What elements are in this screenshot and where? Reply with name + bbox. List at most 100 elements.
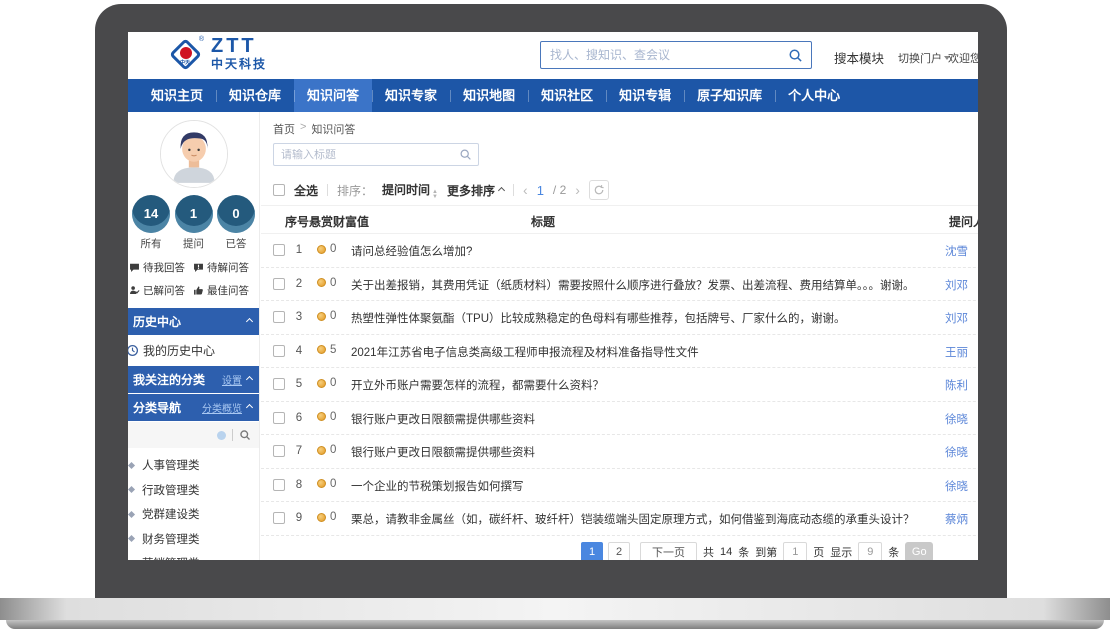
title-filter-input[interactable] (274, 149, 459, 161)
toolbar-total-pages: 2 (560, 183, 567, 197)
quick-link[interactable]: 待我回答 (129, 260, 193, 275)
prev-page-arrow[interactable]: ‹ (523, 180, 528, 200)
question-title-link[interactable]: 一个企业的节税策划报告如何撰写 (351, 478, 524, 494)
category-label: 人事管理类 (142, 457, 200, 473)
bounty-value: 0 (330, 511, 336, 523)
divider (327, 184, 328, 196)
row-checkbox[interactable] (273, 244, 285, 256)
category-search-icon[interactable] (239, 429, 251, 441)
category-search-bar (128, 422, 259, 448)
asker-name-link[interactable]: 陈利 (945, 377, 968, 393)
section-history-center[interactable]: 历史中心 (128, 308, 259, 335)
select-all-checkbox[interactable] (273, 184, 285, 196)
search-icon[interactable] (788, 48, 803, 63)
next-page-arrow[interactable]: › (575, 180, 580, 200)
global-search-input[interactable] (541, 48, 788, 62)
question-title-link[interactable]: 开立外币账户需要怎样的流程，都需要什么资料？ (351, 377, 604, 393)
category-item[interactable]: 党群建设类 (128, 502, 259, 527)
bounty-value: 5 (330, 344, 336, 356)
bounty-cell: 5 (317, 344, 336, 356)
table-row: 90栗总，请教非金属丝（如，碳纤杆、玻纤杆）铠装缆端头固定原理方式，如何借鉴到海… (261, 502, 978, 536)
nav-tab[interactable]: 知识主页 (138, 79, 216, 112)
switch-portal-menu[interactable]: 切换门户 (898, 50, 950, 66)
goto-page-input[interactable] (783, 542, 807, 560)
nav-tab[interactable]: 知识专家 (372, 79, 450, 112)
category-item[interactable]: 行政管理类 (128, 478, 259, 503)
asker-name-link[interactable]: 徐晓 (945, 478, 968, 494)
stat-item[interactable]: 0已答 (216, 195, 256, 251)
question-title-link[interactable]: 栗总，请教非金属丝（如，碳纤杆、玻纤杆）铠装缆端头固定原理方式，如何借鉴到海底动… (351, 511, 915, 527)
welcome-label: 欢迎您 (948, 50, 978, 66)
user-avatar[interactable] (160, 120, 228, 188)
section-category-nav[interactable]: 分类导航 分类概览 (128, 394, 259, 421)
settings-link[interactable]: 设置 (222, 372, 242, 387)
row-checkbox[interactable] (273, 445, 285, 457)
asker-name-link[interactable]: 王丽 (945, 344, 968, 360)
category-overview-link[interactable]: 分类概览 (202, 400, 242, 415)
next-page-button[interactable]: 下一页 (640, 542, 697, 560)
brand-name-cn: 中天科技 (211, 55, 267, 72)
question-title-link[interactable]: 热塑性弹性体聚氨酯（TPU）比较成熟稳定的色母料有哪些推荐，包括牌号、厂家什么的… (351, 310, 846, 326)
nav-tab[interactable]: 原子知识库 (684, 79, 775, 112)
breadcrumb-home[interactable]: 首页 (273, 121, 295, 137)
row-checkbox[interactable] (273, 378, 285, 390)
quick-link[interactable]: 最佳问答 (193, 283, 257, 298)
stat-item[interactable]: 14所有 (131, 195, 171, 251)
category-item[interactable]: 营销管理类 (128, 551, 259, 560)
category-item[interactable]: 人事管理类 (128, 453, 259, 478)
quick-link[interactable]: 待解问答 (193, 260, 257, 275)
laptop-mockup: 中天 ® ZTT 中天科技 搜本模块 切换门户 欢迎您 (0, 0, 1110, 629)
row-checkbox[interactable] (273, 278, 285, 290)
nav-tab[interactable]: 知识问答 (294, 79, 372, 112)
asker-name-link[interactable]: 刘邓 (945, 277, 968, 293)
asker-name-link[interactable]: 沈雪 (945, 243, 968, 259)
table-row: 452021年江苏省电子信息类高级工程师申报流程及材料准备指导性文件王丽 (261, 335, 978, 369)
coin-icon (317, 245, 326, 254)
go-button[interactable]: Go (905, 542, 933, 560)
stat-item[interactable]: 1提问 (174, 195, 214, 251)
asker-name-link[interactable]: 徐晓 (945, 411, 968, 427)
nav-tab[interactable]: 个人中心 (775, 79, 853, 112)
bounty-cell: 0 (317, 411, 336, 423)
row-checkbox[interactable] (273, 345, 285, 357)
question-title-link[interactable]: 关于出差报销，其费用凭证（纸质材料）需要按照什么顺序进行叠放？发票、出差流程、费… (351, 277, 915, 293)
bounty-cell: 0 (317, 444, 336, 456)
refresh-button[interactable] (589, 180, 609, 200)
row-checkbox[interactable] (273, 311, 285, 323)
brand-logo[interactable]: 中天 ® ZTT 中天科技 (168, 37, 267, 73)
row-number: 1 (291, 244, 307, 256)
my-history-item[interactable]: 我的历史中心 (128, 335, 259, 365)
nav-tab[interactable]: 知识社区 (528, 79, 606, 112)
row-checkbox[interactable] (273, 479, 285, 491)
breadcrumb-separator: > (300, 121, 306, 137)
page-size-input[interactable] (858, 542, 882, 560)
page-number-button[interactable]: 2 (608, 542, 630, 560)
section-followed-categories[interactable]: 我关注的分类 设置 (128, 366, 259, 393)
question-title-link[interactable]: 请问总经验值怎么增加? (351, 243, 472, 259)
sort-field-button[interactable]: 提问时间▲▼ (382, 181, 438, 200)
nav-tab[interactable]: 知识仓库 (216, 79, 294, 112)
bounty-cell: 0 (317, 478, 336, 490)
toggle-dot-icon[interactable] (217, 431, 226, 440)
thumb-icon (193, 285, 204, 296)
quick-link[interactable]: 已解问答 (129, 283, 193, 298)
page-number-button[interactable]: 1 (581, 542, 603, 560)
row-checkbox[interactable] (273, 412, 285, 424)
asker-name-link[interactable]: 刘邓 (945, 310, 968, 326)
asker-name-link[interactable]: 徐晓 (945, 444, 968, 460)
category-item[interactable]: 财务管理类 (128, 527, 259, 552)
select-all-label[interactable]: 全选 (294, 182, 318, 199)
logo-text: ZTT 中天科技 (211, 38, 267, 72)
question-title-link[interactable]: 银行账户更改日限额需提供哪些资料 (351, 411, 535, 427)
search-module-label[interactable]: 搜本模块 (834, 48, 884, 67)
goto-unit: 页 (813, 544, 824, 560)
nav-tab[interactable]: 知识地图 (450, 79, 528, 112)
coin-icon (317, 412, 326, 421)
question-title-link[interactable]: 2021年江苏省电子信息类高级工程师申报流程及材料准备指导性文件 (351, 344, 699, 360)
asker-name-link[interactable]: 蔡炳 (945, 511, 968, 527)
nav-tab[interactable]: 知识专辑 (606, 79, 684, 112)
question-title-link[interactable]: 银行账户更改日限额需提供哪些资料 (351, 444, 535, 460)
filter-search-icon[interactable] (459, 148, 472, 161)
more-sort-button[interactable]: 更多排序 (447, 182, 504, 199)
row-checkbox[interactable] (273, 512, 285, 524)
